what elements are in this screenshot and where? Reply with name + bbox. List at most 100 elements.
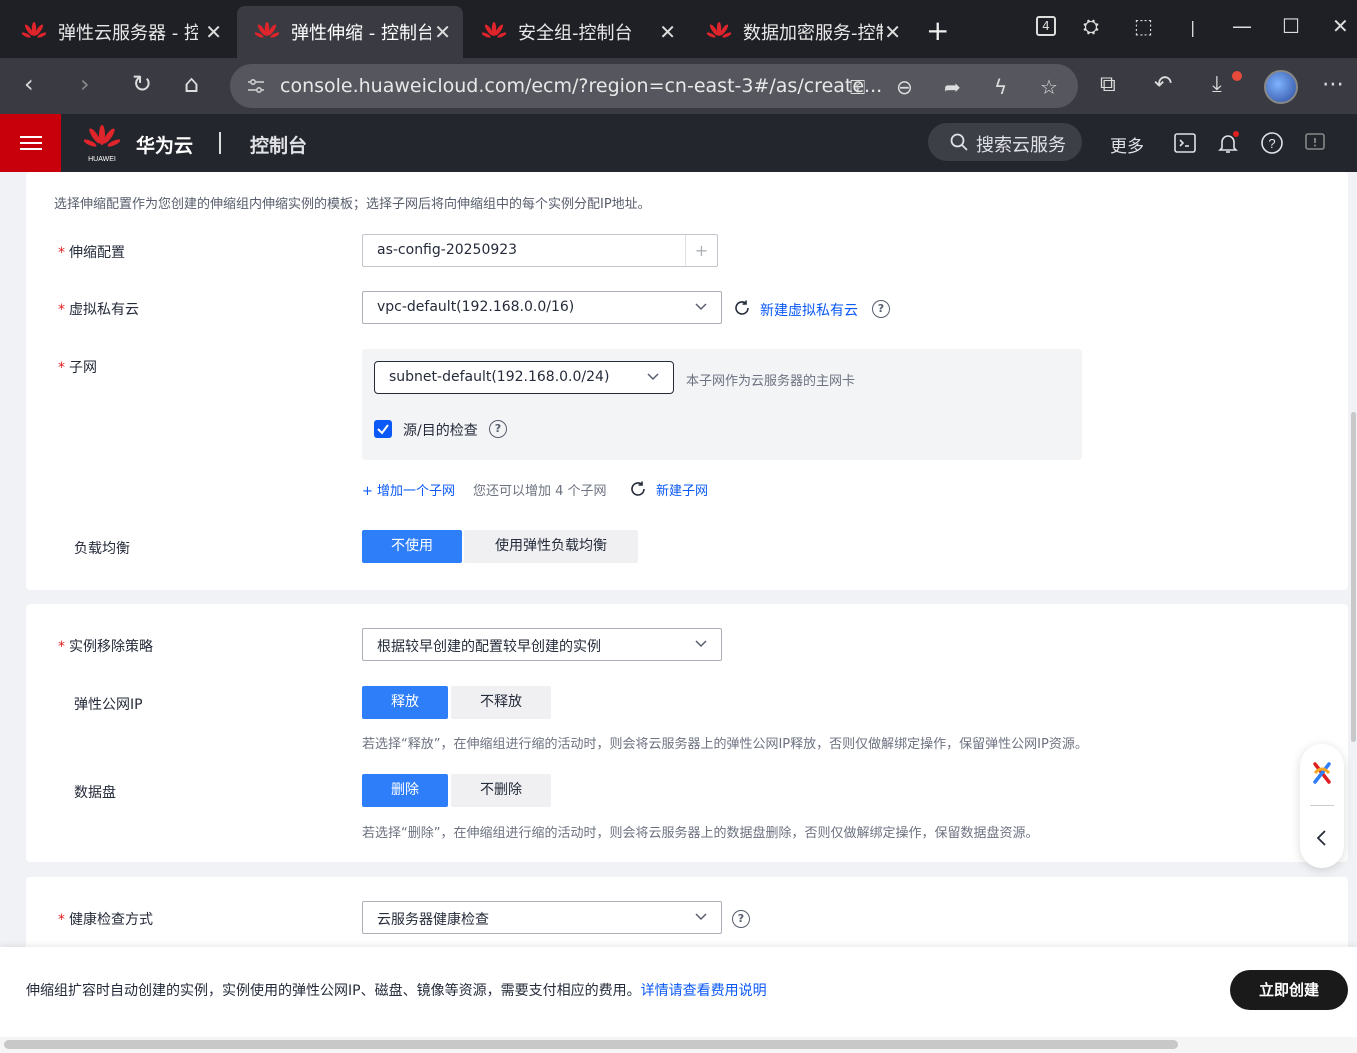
svg-text:?: ?: [1268, 136, 1275, 151]
home-icon[interactable]: ⌂: [184, 70, 199, 98]
forward-icon[interactable]: ›: [80, 70, 90, 98]
minimize-icon[interactable]: —: [1232, 14, 1252, 38]
data-disk-hint: 若选择“删除”，在伸缩组进行缩的活动时，则会将云服务器上的数据盘删除，否则仅做解…: [362, 826, 1039, 841]
browser-toolbar: ‹ › ↻ ⌂ console.huaweicloud.com/ecm/?reg…: [0, 58, 1357, 114]
brand-name[interactable]: 华为云: [136, 131, 193, 158]
check-icon: [377, 424, 389, 435]
new-tab-icon[interactable]: +: [926, 14, 949, 47]
health-check-label: * 健康检查方式: [58, 912, 153, 928]
create-vpc-link[interactable]: 新建虚拟私有云: [760, 300, 858, 320]
reload-icon[interactable]: ↻: [132, 70, 152, 98]
chevron-down-icon: [647, 373, 659, 381]
browser-tab-strip: 弹性云服务器 - 控制台 ✕ 弹性伸缩 - 控制台 ✕ 安全组-控制台 ✕ 数据…: [0, 0, 1357, 58]
vpc-select[interactable]: vpc-default(192.168.0.0/16): [362, 291, 722, 324]
footer-bar: 伸缩组扩容时自动创建的实例，实例使用的弹性公网IP、磁盘、镜像等资源，需要支付相…: [0, 947, 1357, 1037]
use-elb-button[interactable]: 使用弹性负载均衡: [464, 530, 638, 563]
subnet-hint: 本子网作为云服务器的主网卡: [686, 374, 856, 389]
bell-icon[interactable]: [1216, 131, 1240, 155]
panel-divider: [1310, 805, 1334, 806]
load-balance-label: 负载均衡: [74, 541, 130, 557]
copilot-icon[interactable]: ⛭: [1083, 14, 1099, 38]
close-icon[interactable]: ✕: [205, 20, 222, 44]
chevron-down-icon: [695, 640, 707, 648]
scrollbar-thumb[interactable]: [1351, 412, 1356, 742]
more-menu-icon[interactable]: ⋯: [1322, 72, 1344, 97]
fee-detail-link[interactable]: 详情请查看费用说明: [641, 983, 767, 999]
window-close-icon[interactable]: ✕: [1332, 14, 1349, 38]
tab-title: 弹性云服务器 - 控制台: [58, 23, 198, 44]
help-circle-icon[interactable]: ?: [872, 300, 890, 318]
source-dest-check-checkbox[interactable]: [374, 420, 392, 438]
removal-policy-select[interactable]: 根据较早创建的配置较早创建的实例: [362, 628, 722, 661]
eip-release-button[interactable]: 释放: [362, 686, 448, 719]
zoom-icon[interactable]: ⊖: [896, 75, 913, 99]
chevron-down-icon: [695, 913, 707, 921]
browser-tab-security-group[interactable]: 安全组-控制台 ✕: [464, 6, 688, 58]
create-now-button[interactable]: 立即创建: [1230, 970, 1348, 1010]
extensions-icon[interactable]: ⬚: [1134, 14, 1153, 38]
page-content: 选择伸缩配置作为您创建的伸缩组内伸缩实例的模板；选择子网后将向伸缩组中的每个实例…: [0, 172, 1357, 947]
data-disk-keep-button[interactable]: 不删除: [451, 774, 551, 807]
no-load-balance-button[interactable]: 不使用: [362, 530, 462, 563]
header-divider: [219, 132, 221, 154]
refresh-icon[interactable]: [629, 480, 647, 498]
console-header: HUAWEI 华为云 控制台 搜索云服务 更多 ?: [0, 114, 1357, 172]
tab-actions-icon[interactable]: 4: [1036, 16, 1056, 36]
address-bar[interactable]: console.huaweicloud.com/ecm/?region=cn-e…: [230, 64, 1078, 108]
toolbar-divider: |: [1190, 18, 1196, 37]
back-icon[interactable]: ‹: [24, 70, 34, 98]
huawei-logo: HUAWEI: [84, 125, 120, 163]
key-icon[interactable]: ⚿: [850, 75, 865, 99]
chevron-left-icon[interactable]: [1315, 829, 1327, 847]
removal-policy-value: 根据较早创建的配置较早创建的实例: [377, 639, 601, 655]
scaling-config-input[interactable]: as-config-20250923 +: [362, 234, 718, 267]
removal-policy-label: * 实例移除策略: [58, 639, 153, 655]
section-description: 选择伸缩配置作为您创建的伸缩组内伸缩实例的模板；选择子网后将向伸缩组中的每个实例…: [54, 197, 651, 212]
huawei-logo-icon: [707, 22, 731, 38]
health-check-select[interactable]: 云服务器健康检查: [362, 901, 722, 934]
download-icon[interactable]: ⤓: [1212, 72, 1222, 97]
avatar[interactable]: [1264, 70, 1298, 104]
vpc-label: * 虚拟私有云: [58, 302, 139, 318]
download-badge: [1232, 71, 1242, 81]
scrollbar-thumb[interactable]: [4, 1040, 1178, 1049]
data-disk-delete-button[interactable]: 删除: [362, 774, 448, 807]
site-settings-icon[interactable]: [246, 76, 266, 96]
help-circle-icon[interactable]: ?: [489, 420, 507, 438]
browser-tab-autoscaling[interactable]: 弹性伸缩 - 控制台 ✕: [237, 6, 463, 58]
help-icon[interactable]: ?: [1260, 131, 1284, 155]
console-link[interactable]: 控制台: [250, 131, 307, 158]
share-icon[interactable]: ➦: [944, 75, 961, 99]
puzzle-icon[interactable]: ⧉: [1100, 72, 1116, 97]
add-config-button[interactable]: +: [685, 235, 717, 266]
feedback-icon[interactable]: [1303, 131, 1327, 155]
horizontal-scrollbar[interactable]: [0, 1037, 1357, 1053]
undo-icon[interactable]: ↶: [1154, 72, 1172, 97]
add-subnet-link[interactable]: + 增加一个子网: [362, 480, 455, 499]
huawei-logo-icon: [482, 22, 506, 38]
subnet-select[interactable]: subnet-default(192.168.0.0/24): [374, 361, 674, 394]
search-icon: [950, 133, 968, 151]
scaling-config-value: as-config-20250923: [377, 242, 518, 258]
terminal-icon[interactable]: [1173, 131, 1197, 155]
browser-tab-ecs[interactable]: 弹性云服务器 - 控制台 ✕: [4, 6, 234, 58]
refresh-icon[interactable]: [733, 299, 751, 317]
maximize-icon[interactable]: ☐: [1282, 14, 1300, 38]
help-circle-icon[interactable]: ?: [732, 910, 750, 928]
close-icon[interactable]: ✕: [434, 20, 451, 44]
favorite-star-icon[interactable]: ☆: [1040, 75, 1058, 99]
vertical-scrollbar[interactable]: [1350, 172, 1357, 947]
assistant-icon[interactable]: [1311, 761, 1333, 785]
eip-keep-button[interactable]: 不释放: [451, 686, 551, 719]
eip-hint: 若选择“释放”，在伸缩组进行缩的活动时，则会将云服务器上的弹性公网IP释放，否则…: [362, 737, 1088, 752]
browser-tab-dew[interactable]: 数据加密服务-控制台 ✕: [689, 6, 913, 58]
create-subnet-link[interactable]: 新建子网: [656, 480, 708, 499]
subnet-label: * 子网: [58, 360, 97, 376]
bolt-icon[interactable]: ϟ: [994, 75, 1007, 99]
service-search-input[interactable]: 搜索云服务: [928, 123, 1082, 161]
menu-icon[interactable]: [0, 114, 61, 172]
close-icon[interactable]: ✕: [659, 20, 676, 44]
more-button[interactable]: 更多: [1110, 132, 1144, 157]
close-icon[interactable]: ✕: [884, 20, 901, 44]
source-dest-check-label: 源/目的检查: [403, 423, 478, 439]
